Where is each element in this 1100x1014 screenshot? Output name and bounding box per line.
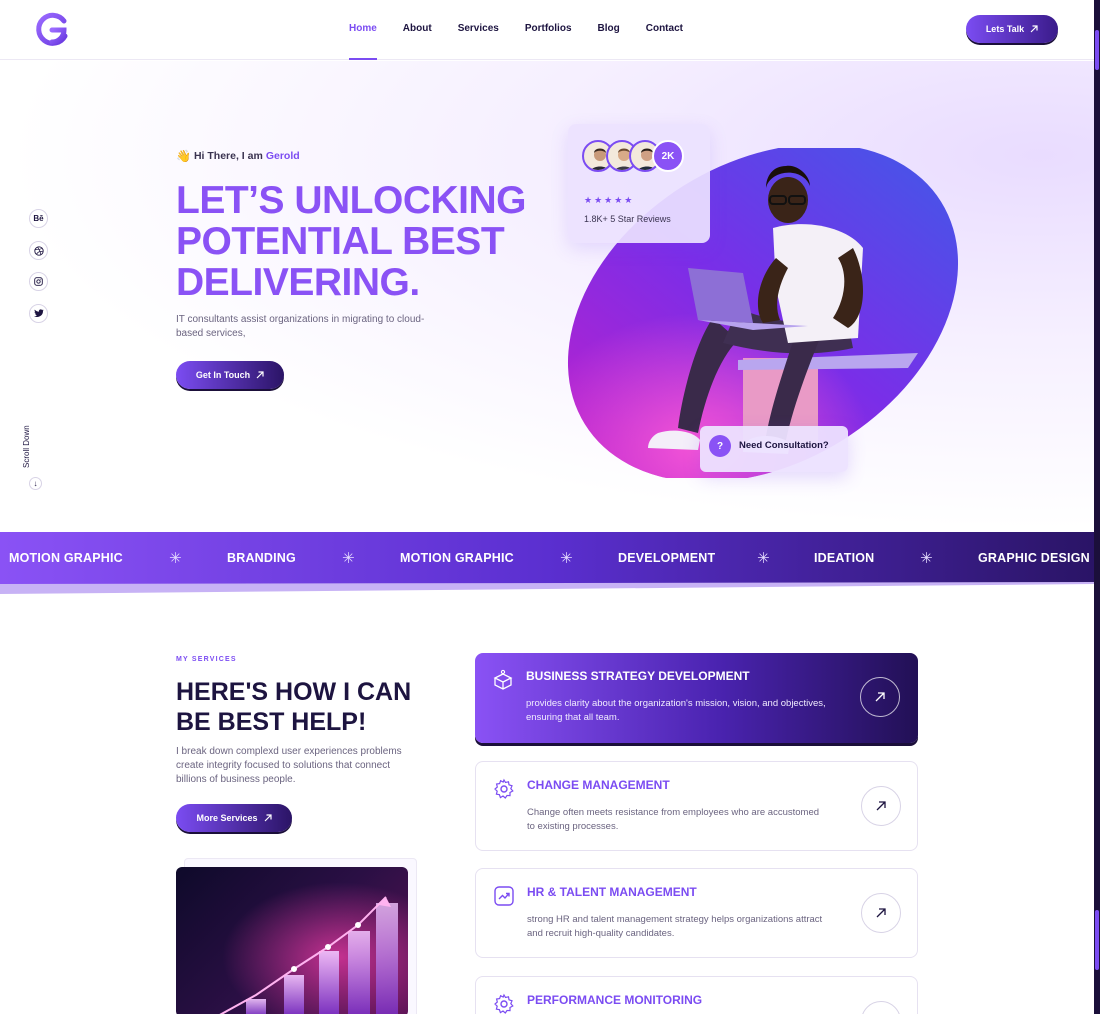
marquee-item: BRANDING [227,551,296,565]
twitter-icon[interactable] [29,304,48,323]
instagram-icon[interactable] [29,272,48,291]
behance-icon[interactable]: Bē [29,209,48,228]
hero-title-line-1: LET’S UNLOCKING [176,179,527,222]
strategy-box-icon [493,669,513,690]
service-card-performance-monitoring[interactable]: PERFORMANCE MONITORING [475,976,918,1014]
lets-talk-label: Lets Talk [985,24,1025,34]
hero-greeting: 👋 Hi There, I am Gerold [176,149,300,163]
scrollbar-thumb[interactable] [1095,30,1099,70]
service-card-title: HR & TALENT MANAGEMENT [527,885,697,899]
scrollbar-marker [1095,910,1099,970]
greeting-prefix: Hi There, I am [193,150,263,162]
nav-contact[interactable]: Contact [646,0,683,60]
arrow-up-right-icon [1030,25,1038,33]
arrow-up-right-icon[interactable] [861,893,901,933]
services-label: MY SERVICES [176,656,237,663]
consultation-card[interactable]: ? Need Consultation? [700,426,848,472]
logo[interactable] [34,12,70,48]
arrow-up-right-icon[interactable] [861,1001,901,1014]
arrow-down-icon[interactable]: ↓ [29,477,42,490]
reviews-count-badge: 2K [652,140,684,172]
service-card-description: provides clarity about the organization'… [526,698,826,723]
marquee-item: IDEATION [814,551,875,565]
greeting-name: Gerold [265,150,300,162]
more-services-button[interactable]: More Services [176,804,292,832]
asterisk-icon: ✳ [169,550,182,567]
hero-title-line-2: POTENTIAL BEST [176,220,505,263]
gear-icon [494,778,514,799]
marquee-item: MOTION GRAPHIC [400,551,514,565]
asterisk-icon: ✳ [342,550,355,567]
service-card-business-strategy[interactable]: BUSINESS STRATEGY DEVELOPMENT provides c… [475,653,918,743]
service-card-title: BUSINESS STRATEGY DEVELOPMENT [526,669,750,683]
scroll-down-label: Scroll Down [22,425,31,468]
service-card-change-management[interactable]: CHANGE MANAGEMENT Change often meets res… [475,761,918,851]
trend-chart-icon [494,886,514,906]
nav-services[interactable]: Services [458,0,499,60]
nav-about[interactable]: About [403,0,432,60]
consultation-label: Need Consultation? [739,440,829,451]
site-header: Home About Services Portfolios Blog Cont… [0,0,1094,60]
services-title-line-2: BE BEST HELP! [176,708,367,736]
gear-icon [494,993,514,1014]
rating-stars: ★★★★★ [584,195,635,205]
service-card-title: CHANGE MANAGEMENT [527,778,670,792]
behance-glyph: Bē [33,214,44,223]
more-services-label: More Services [196,813,258,823]
service-card-title: PERFORMANCE MONITORING [527,993,703,1007]
arrow-up-right-icon[interactable] [861,786,901,826]
nav-blog[interactable]: Blog [598,0,620,60]
arrow-up-right-icon [256,371,264,379]
question-icon: ? [709,435,731,457]
arrow-up-right-icon [264,814,272,822]
dribbble-glyph-icon [33,245,44,256]
service-card-description: Change often meets resistance from emplo… [527,807,820,832]
skills-marquee: MOTION GRAPHIC ✳ BRANDING ✳ MOTION GRAPH… [0,532,1094,584]
marquee-item: MOTION GRAPHIC [9,551,123,565]
lets-talk-button[interactable]: Lets Talk [966,15,1058,43]
scroll-down[interactable]: Scroll Down [22,420,46,470]
services-title: HERE'S HOW I CAN BE BEST HELP! [176,677,411,737]
nav-portfolios[interactable]: Portfolios [525,0,572,60]
wave-hand-icon: 👋 [176,149,191,163]
asterisk-icon: ✳ [920,550,933,567]
hero-description: IT consultants assist organizations in m… [176,314,425,339]
service-card-hr-talent[interactable]: HR & TALENT MANAGEMENT strong HR and tal… [475,868,918,958]
service-card-description: strong HR and talent management strategy… [527,914,823,939]
marquee-item: GRAPHIC DESIGN [978,551,1090,565]
growth-chart-image [176,867,408,1014]
asterisk-icon: ✳ [757,550,770,567]
arrow-up-right-icon[interactable] [860,677,900,717]
services-description: I break down complexd user experiences p… [176,746,402,785]
nav-home[interactable]: Home [349,0,377,60]
get-in-touch-label: Get In Touch [195,370,251,380]
services-title-line-1: HERE'S HOW I CAN [176,678,412,706]
hero-title: LET’S UNLOCKING POTENTIAL BEST DELIVERIN… [176,179,527,304]
instagram-glyph-icon [34,277,43,286]
marquee-item: DEVELOPMENT [618,551,716,565]
hero-title-line-3: DELIVERING. [176,261,420,304]
dribbble-icon[interactable] [29,241,48,260]
main-nav: Home About Services Portfolios Blog Cont… [349,0,709,60]
reviews-text: 1.8K+ 5 Star Reviews [584,214,671,224]
get-in-touch-button[interactable]: Get In Touch [176,361,284,389]
marquee-shadow [0,582,1094,594]
asterisk-icon: ✳ [560,550,573,567]
page-scrollbar[interactable] [1094,0,1100,1014]
twitter-glyph-icon [33,309,44,317]
